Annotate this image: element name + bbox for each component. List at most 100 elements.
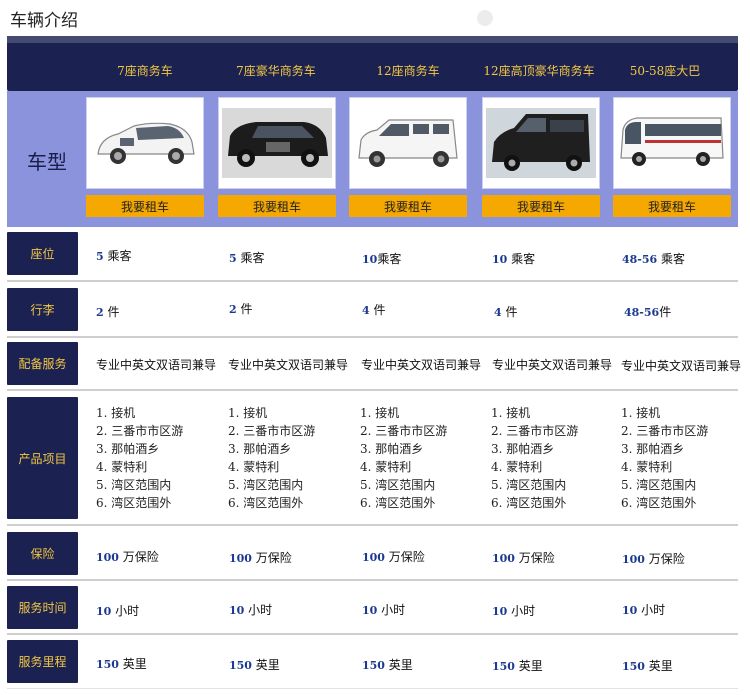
list-item: 5. 湾区范围内 — [621, 478, 697, 492]
list-item: 3. 那帕酒乡 — [96, 442, 160, 456]
list-item: 3. 那帕酒乡 — [360, 442, 424, 456]
list-item: 2. 三番市市区游 — [621, 424, 709, 438]
list-item: 2. 三番市市区游 — [360, 424, 448, 438]
mileage-cell-5: 150 英里 — [622, 659, 673, 673]
list-item: 6. 湾区范围外 — [228, 496, 304, 510]
seats-cell-4: 10 乘客 — [492, 252, 536, 266]
service-cell-1: 专业中英文双语司兼导 — [96, 358, 217, 372]
seats-cell-1: 5 乘客 — [96, 249, 132, 263]
row-label-luggage: 行李 — [7, 288, 78, 331]
bus-icon — [620, 117, 724, 166]
insurance-cell-5: 100 万保险 — [622, 552, 685, 566]
row-divider — [7, 688, 738, 689]
rent-button-4[interactable]: 我要租车 — [482, 195, 600, 217]
luggage-cell-5: 48-56件 — [624, 305, 672, 319]
insurance-cell-3: 100 万保险 — [362, 550, 425, 564]
seats-cell-5: 48-56 乘客 — [622, 252, 686, 266]
sprinter-photo — [482, 97, 600, 189]
row-divider — [7, 524, 738, 526]
car-name-4: 12座高顶豪华商务车 — [483, 64, 595, 78]
list-item: 5. 湾区范围内 — [491, 478, 567, 492]
seats-cell-2: 5 乘客 — [229, 251, 265, 265]
insurance-cell-4: 100 万保险 — [492, 551, 555, 565]
mileage-cell-3: 150 英里 — [362, 658, 413, 672]
luggage-cell-4: 4 件 — [494, 305, 518, 319]
mileage-cell-1: 150 英里 — [96, 657, 147, 671]
decorative-dot — [477, 10, 493, 26]
row-label-insurance: 保险 — [7, 532, 78, 575]
van-photo — [349, 97, 467, 189]
list-item: 6. 湾区范围外 — [96, 496, 172, 510]
list-item: 5. 湾区范围内 — [228, 478, 304, 492]
car-name-3: 12座商务车 — [376, 64, 440, 78]
sprinter-icon — [486, 108, 596, 178]
service-cell-3: 专业中英文双语司兼导 — [361, 358, 482, 372]
products-list-3: 1. 接机 2. 三番市市区游 3. 那帕酒乡 4. 蒙特利 5. 湾区范围内 … — [360, 404, 447, 512]
list-item: 4. 蒙特利 — [96, 460, 148, 474]
luggage-cell-1: 2 件 — [96, 305, 120, 319]
row-label-seats: 座位 — [7, 232, 78, 275]
list-item: 1. 接机 — [228, 406, 268, 420]
van-icon — [358, 119, 458, 167]
row-label-products: 产品项目 — [7, 397, 78, 519]
minivan-photo — [86, 97, 204, 189]
minivan-icon — [97, 122, 195, 164]
products-list-1: 1. 接机 2. 三番市市区游 3. 那帕酒乡 4. 蒙特利 5. 湾区范围内 … — [96, 404, 183, 512]
rent-button-1[interactable]: 我要租车 — [86, 195, 204, 217]
hours-cell-2: 10 小时 — [229, 603, 273, 617]
list-item: 2. 三番市市区游 — [96, 424, 184, 438]
row-divider — [7, 633, 738, 635]
hours-cell-1: 10 小时 — [96, 604, 140, 618]
list-item: 6. 湾区范围外 — [491, 496, 567, 510]
row-divider — [7, 336, 738, 338]
seats-cell-3: 10乘客 — [362, 252, 402, 266]
list-item: 4. 蒙特利 — [621, 460, 673, 474]
list-item: 4. 蒙特利 — [360, 460, 412, 474]
list-item: 4. 蒙特利 — [228, 460, 280, 474]
list-item: 2. 三番市市区游 — [491, 424, 579, 438]
mileage-cell-2: 150 英里 — [229, 658, 280, 672]
products-list-4: 1. 接机 2. 三番市市区游 3. 那帕酒乡 4. 蒙特利 5. 湾区范围内 … — [491, 404, 578, 512]
insurance-cell-1: 100 万保险 — [96, 550, 159, 564]
luggage-cell-2: 2 件 — [229, 302, 253, 316]
list-item: 5. 湾区范围内 — [96, 478, 172, 492]
row-divider — [7, 280, 738, 282]
row-divider — [7, 579, 738, 581]
row-label-service: 配备服务 — [7, 342, 78, 385]
list-item: 1. 接机 — [360, 406, 400, 420]
vehicle-type-label: 车型 — [27, 150, 67, 174]
list-item: 1. 接机 — [621, 406, 661, 420]
list-item: 3. 那帕酒乡 — [228, 442, 292, 456]
hours-cell-5: 10 小时 — [622, 603, 666, 617]
insurance-cell-2: 100 万保险 — [229, 551, 292, 565]
products-list-5: 1. 接机 2. 三番市市区游 3. 那帕酒乡 4. 蒙特利 5. 湾区范围内 … — [621, 404, 708, 512]
bus-photo — [613, 97, 731, 189]
service-cell-5: 专业中英文双语司兼导 — [621, 359, 742, 373]
rent-button-3[interactable]: 我要租车 — [349, 195, 467, 217]
service-cell-2: 专业中英文双语司兼导 — [228, 358, 349, 372]
mileage-cell-4: 150 英里 — [492, 659, 543, 673]
service-cell-4: 专业中英文双语司兼导 — [492, 358, 613, 372]
rent-button-5[interactable]: 我要租车 — [613, 195, 731, 217]
row-label-mileage: 服务里程 — [7, 640, 78, 683]
list-item: 6. 湾区范围外 — [621, 496, 697, 510]
list-item: 4. 蒙特利 — [491, 460, 543, 474]
list-item: 3. 那帕酒乡 — [621, 442, 685, 456]
list-item: 1. 接机 — [96, 406, 136, 420]
list-item: 3. 那帕酒乡 — [491, 442, 555, 456]
list-item: 2. 三番市市区游 — [228, 424, 316, 438]
products-list-2: 1. 接机 2. 三番市市区游 3. 那帕酒乡 4. 蒙特利 5. 湾区范围内 … — [228, 404, 315, 512]
hours-cell-3: 10 小时 — [362, 603, 406, 617]
car-name-5: 50-58座大巴 — [629, 64, 701, 78]
list-item: 5. 湾区范围内 — [360, 478, 436, 492]
row-divider — [7, 389, 738, 391]
suv-icon — [222, 108, 332, 178]
rent-button-2[interactable]: 我要租车 — [218, 195, 336, 217]
list-item: 6. 湾区范围外 — [360, 496, 436, 510]
hours-cell-4: 10 小时 — [492, 604, 536, 618]
list-item: 1. 接机 — [491, 406, 531, 420]
page-title: 车辆介绍 — [10, 11, 78, 31]
suv-photo — [218, 97, 336, 189]
car-name-1: 7座商务车 — [117, 64, 173, 78]
luggage-cell-3: 4 件 — [362, 303, 386, 317]
